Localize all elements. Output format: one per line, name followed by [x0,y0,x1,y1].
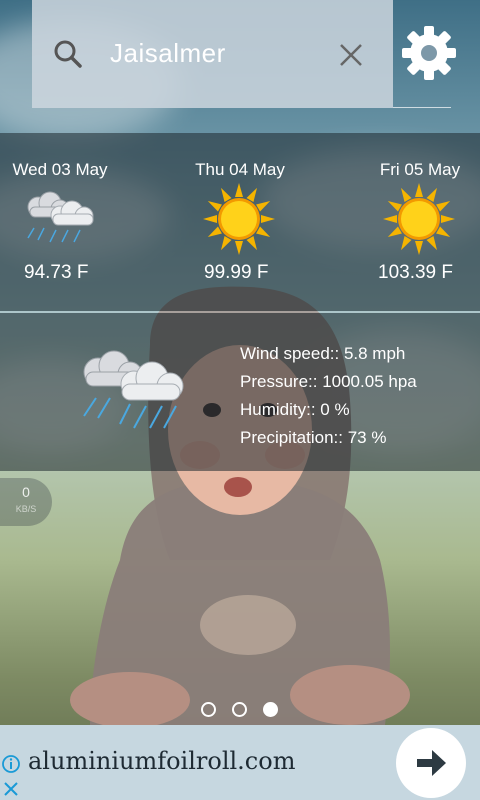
pressure: Pressure:: 1000.05 hpa [240,372,417,391]
forecast-temp: 94.73 F [24,262,89,283]
forecast-date: Thu 04 May [195,160,285,179]
page-indicator-3[interactable] [263,702,278,717]
forecast-day[interactable]: Wed 03 May [0,160,140,180]
sun-icon [383,183,455,255]
ad-text[interactable]: aluminiumfoilroll.com [28,747,295,775]
close-icon[interactable] [0,778,22,800]
network-speed-badge[interactable]: 0 KB/S [0,478,52,526]
forecast-temp: 103.39 F [378,262,453,283]
rain-cloud-icon [27,191,94,243]
rain-cloud-icon [83,350,184,429]
forecast-day[interactable]: Fri 05 May [340,160,480,180]
sun-icon [203,183,275,255]
speed-value: 0 [22,484,30,500]
search-underline [393,107,451,108]
close-icon[interactable] [336,40,366,70]
page-indicator-2[interactable] [232,702,247,717]
precipitation: Precipitation:: 73 % [240,428,387,447]
wind-speed: Wind speed:: 5.8 mph [240,344,406,363]
arrow-right-icon [417,750,446,776]
humidity: Humidity:: 0 % [240,400,350,419]
forecast-temp: 99.99 F [204,262,269,283]
search-icon[interactable] [52,38,84,70]
search-input[interactable]: Jaisalmer [110,38,226,69]
ad-open-button[interactable] [396,728,466,798]
forecast-date: Fri 05 May [379,160,461,179]
gear-icon[interactable] [400,24,458,82]
info-icon[interactable] [0,753,22,775]
page-indicator-1[interactable] [201,702,216,717]
forecast-date: Wed 03 May [12,160,108,179]
forecast-day[interactable]: Thu 04 May [160,160,320,180]
speed-unit: KB/S [15,504,37,514]
